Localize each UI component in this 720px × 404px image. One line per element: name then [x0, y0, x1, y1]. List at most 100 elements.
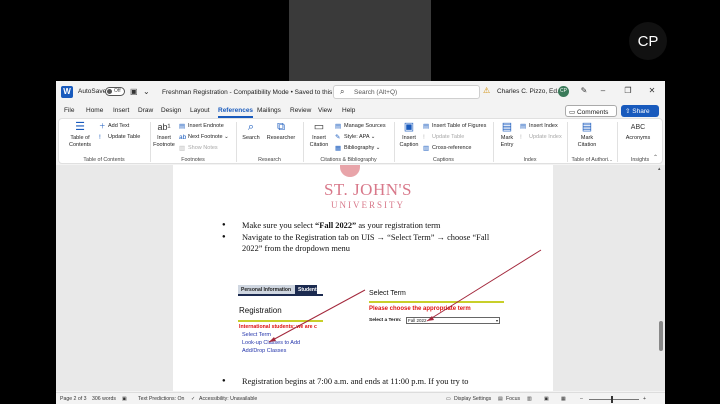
scroll-up-icon[interactable]: ▴	[658, 166, 661, 172]
style-icon: ✎	[335, 134, 341, 141]
group-label: Captions	[433, 157, 454, 163]
bibliography-button[interactable]: ▦ Bibliography ⌄	[335, 145, 380, 152]
group-label: Table of Contents	[83, 157, 125, 163]
restore-icon[interactable]: ❐	[621, 86, 635, 95]
search-box[interactable]: ⌕ Search (Alt+Q)	[333, 85, 480, 99]
acronyms-icon: ABC	[630, 124, 646, 131]
add-text-button[interactable]: ＋ Add Text	[99, 123, 129, 130]
save-icon[interactable]: ▣	[130, 87, 138, 96]
user-name[interactable]: Charles C. Pizzo, Ed.D.	[497, 88, 565, 95]
update-index-button[interactable]: ! Update Index	[520, 134, 562, 141]
next-footnote-icon: ab	[179, 134, 187, 141]
video-call-strip: CP	[0, 0, 720, 81]
update-table-button[interactable]: ! Update Table	[99, 134, 140, 141]
document-canvas: ST. JOHN'S UNIVERSITY ● Make sure you se…	[56, 165, 665, 391]
document-page[interactable]: ST. JOHN'S UNIVERSITY ● Make sure you se…	[173, 165, 553, 391]
read-mode-icon[interactable]: ▥	[527, 396, 532, 402]
menu-draw[interactable]: Draw	[138, 107, 153, 114]
bullet-1-term: “Fall 2022”	[315, 221, 357, 230]
group-label: Research	[258, 157, 281, 163]
uis-select-term-title: Select Term	[369, 290, 406, 297]
next-footnote-button[interactable]: ab Next Footnote ⌄	[179, 134, 229, 141]
warning-icon[interactable]: ⚠	[483, 86, 490, 95]
word-logo-icon: W	[61, 86, 73, 98]
mark-citation-button[interactable]: ▤ Mark Citation	[572, 121, 602, 148]
collapse-ribbon-icon[interactable]: ⌃	[653, 154, 658, 161]
acronyms-button[interactable]: ABC Acronyms	[622, 121, 654, 142]
menu-mailings[interactable]: Mailings	[257, 107, 281, 114]
citation-style-dropdown[interactable]: ✎ Style: APA ⌄	[335, 134, 375, 141]
print-layout-icon[interactable]: ▣	[544, 396, 549, 402]
menu-layout[interactable]: Layout	[190, 107, 210, 114]
researcher-button[interactable]: ⧉ Researcher	[264, 121, 298, 142]
group-label: Citations & Bibliography	[320, 157, 377, 163]
scrollbar-thumb[interactable]	[659, 321, 663, 351]
display-settings[interactable]: Display Settings	[454, 396, 491, 402]
mark-entry-button[interactable]: ▤ Mark Entry	[497, 121, 517, 148]
uis-link-select-term: Select Term	[242, 332, 271, 338]
bullet-icon: ●	[222, 234, 226, 240]
menu-help[interactable]: Help	[342, 107, 355, 114]
minimize-icon[interactable]: –	[596, 86, 610, 95]
participant-avatar: CP	[629, 22, 667, 60]
uis-term-value: Fall 2022	[408, 318, 427, 323]
cross-reference-label: Cross-reference	[432, 145, 472, 151]
proofing-icon[interactable]: ▣	[122, 396, 127, 402]
insert-table-of-figures-button[interactable]: ▤ Insert Table of Figures	[423, 123, 486, 130]
pen-icon[interactable]: ✎	[577, 86, 591, 95]
menu-design[interactable]: Design	[161, 107, 181, 114]
uis-screenshot: Personal Information Student Registratio…	[173, 275, 504, 360]
zoom-slider[interactable]	[589, 399, 639, 400]
comments-button[interactable]: ▭ Comments	[565, 105, 617, 117]
focus-icon: ▤	[498, 396, 503, 402]
next-footnote-label: Next Footnote	[188, 134, 223, 140]
menu-home[interactable]: Home	[86, 107, 103, 114]
user-avatar[interactable]: CP	[558, 86, 569, 97]
autosave-toggle[interactable]: Off	[105, 87, 125, 96]
add-text-icon: ＋	[99, 123, 106, 130]
zoom-slider-thumb[interactable]	[611, 396, 613, 403]
web-layout-icon[interactable]: ▦	[561, 396, 566, 402]
insert-citation-button[interactable]: ▭ Insert Citation	[306, 121, 332, 148]
insert-footnote-button[interactable]: ab¹ Insert Footnote	[153, 121, 175, 148]
manage-sources-button[interactable]: ▤ Manage Sources	[335, 123, 386, 130]
word-count[interactable]: 306 words	[92, 396, 116, 402]
divider	[236, 122, 237, 162]
close-icon[interactable]: ✕	[645, 86, 659, 95]
menu-references[interactable]: References	[218, 107, 254, 118]
group-citations: ▭ Insert Citation ▤ Manage Sources ✎ Style:…	[305, 119, 392, 165]
uis-tab-personal-information: Personal Information	[238, 285, 295, 294]
insert-index-icon: ▤	[520, 123, 527, 130]
insert-index-button[interactable]: ▤ Insert Index	[520, 123, 558, 130]
mark-entry-label: Mark Entry	[500, 135, 514, 148]
manage-sources-label: Manage Sources	[344, 123, 386, 129]
menu-review[interactable]: Review	[290, 107, 311, 114]
cross-reference-button[interactable]: ▥ Cross-reference	[423, 145, 471, 152]
vertical-scrollbar[interactable]: ▴	[658, 165, 664, 391]
document-title[interactable]: Freshman Registration - Compatibility Mo…	[162, 88, 350, 96]
footnote-icon: ab¹	[157, 122, 171, 132]
insert-endnote-button[interactable]: ▤ Insert Endnote	[179, 123, 224, 130]
display-settings-icon: ▭	[446, 396, 451, 402]
search-button[interactable]: ⌕ Search	[240, 121, 262, 142]
accessibility-status[interactable]: Accessibility: Unavailable	[199, 396, 257, 402]
show-notes-button[interactable]: ▥ Show Notes	[179, 145, 218, 152]
focus-mode[interactable]: Focus	[506, 396, 520, 402]
uis-divider	[238, 320, 323, 322]
cross-reference-icon: ▥	[423, 145, 430, 152]
insert-index-label: Insert Index	[529, 123, 558, 129]
share-button[interactable]: ⇧ Share	[621, 105, 659, 117]
update-index-icon: !	[520, 134, 522, 141]
menu-view[interactable]: View	[318, 107, 332, 114]
table-of-contents-button[interactable]: ☰ Table of Contents	[63, 121, 97, 148]
zoom-in-icon[interactable]: +	[643, 396, 646, 402]
menu-file[interactable]: File	[64, 107, 74, 114]
menu-insert[interactable]: Insert	[113, 107, 129, 114]
text-predictions[interactable]: Text Predictions: On	[138, 396, 184, 402]
more-icon[interactable]: ⌄	[143, 87, 150, 96]
insert-caption-button[interactable]: ▣ Insert Caption	[398, 121, 420, 148]
page-count[interactable]: Page 2 of 3	[60, 396, 87, 402]
update-table-captions-button[interactable]: ! Update Table	[423, 134, 464, 141]
zoom-out-icon[interactable]: –	[580, 396, 583, 402]
researcher-icon: ⧉	[277, 121, 285, 133]
